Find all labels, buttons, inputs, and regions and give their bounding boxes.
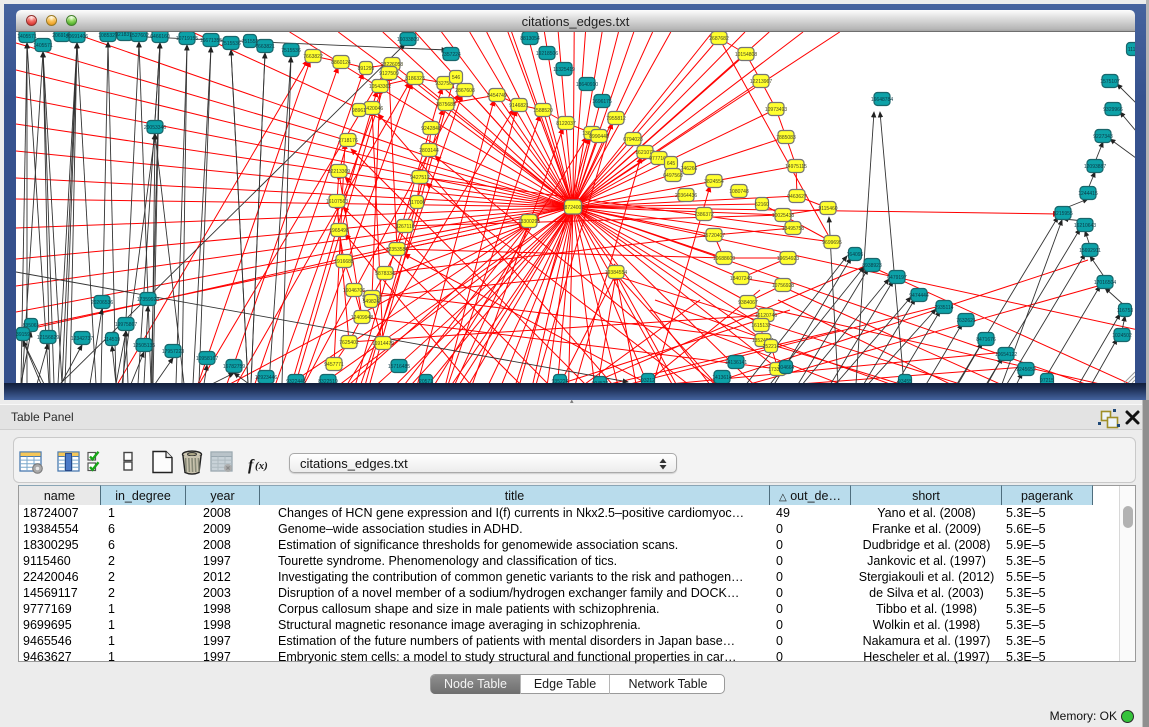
svg-text:f: f	[248, 457, 255, 474]
svg-text:(x): (x)	[255, 460, 268, 472]
